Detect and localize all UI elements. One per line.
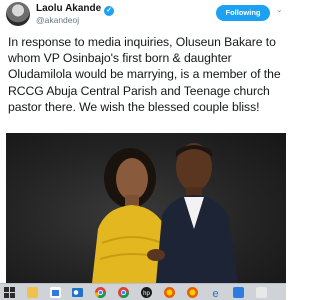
app-icon[interactable] bbox=[256, 287, 267, 298]
file-explorer-icon[interactable] bbox=[27, 287, 38, 298]
edge-icon[interactable]: e bbox=[210, 287, 221, 298]
tweet-photo[interactable] bbox=[6, 133, 286, 283]
chrome-icon[interactable] bbox=[118, 287, 129, 298]
verified-badge-icon: ✓ bbox=[104, 6, 115, 16]
following-button[interactable]: Following bbox=[216, 5, 270, 21]
chrome-icon[interactable] bbox=[95, 287, 106, 298]
tweet-text: In response to media inquiries, Oluseun … bbox=[8, 35, 281, 114]
author-name-text[interactable]: Laolu Akande bbox=[36, 3, 101, 14]
firefox-icon[interactable] bbox=[187, 287, 198, 298]
svg-text:e: e bbox=[212, 288, 218, 298]
store-icon[interactable] bbox=[50, 287, 61, 298]
windows-taskbar: hp e bbox=[0, 283, 286, 300]
outlook-icon[interactable] bbox=[72, 287, 83, 298]
avatar[interactable] bbox=[6, 2, 30, 26]
media-icon[interactable] bbox=[233, 287, 244, 298]
hp-icon[interactable]: hp bbox=[141, 287, 152, 298]
author-handle[interactable]: @akandeoj bbox=[36, 15, 79, 25]
svg-text:hp: hp bbox=[143, 291, 150, 297]
firefox-icon[interactable] bbox=[164, 287, 175, 298]
tweet-header: Laolu Akande ✓ @akandeoj Following ⌄ bbox=[0, 0, 286, 30]
chevron-down-icon[interactable]: ⌄ bbox=[276, 6, 284, 14]
windows-start-icon[interactable] bbox=[4, 287, 15, 298]
couple-photo-illustration bbox=[92, 143, 238, 283]
